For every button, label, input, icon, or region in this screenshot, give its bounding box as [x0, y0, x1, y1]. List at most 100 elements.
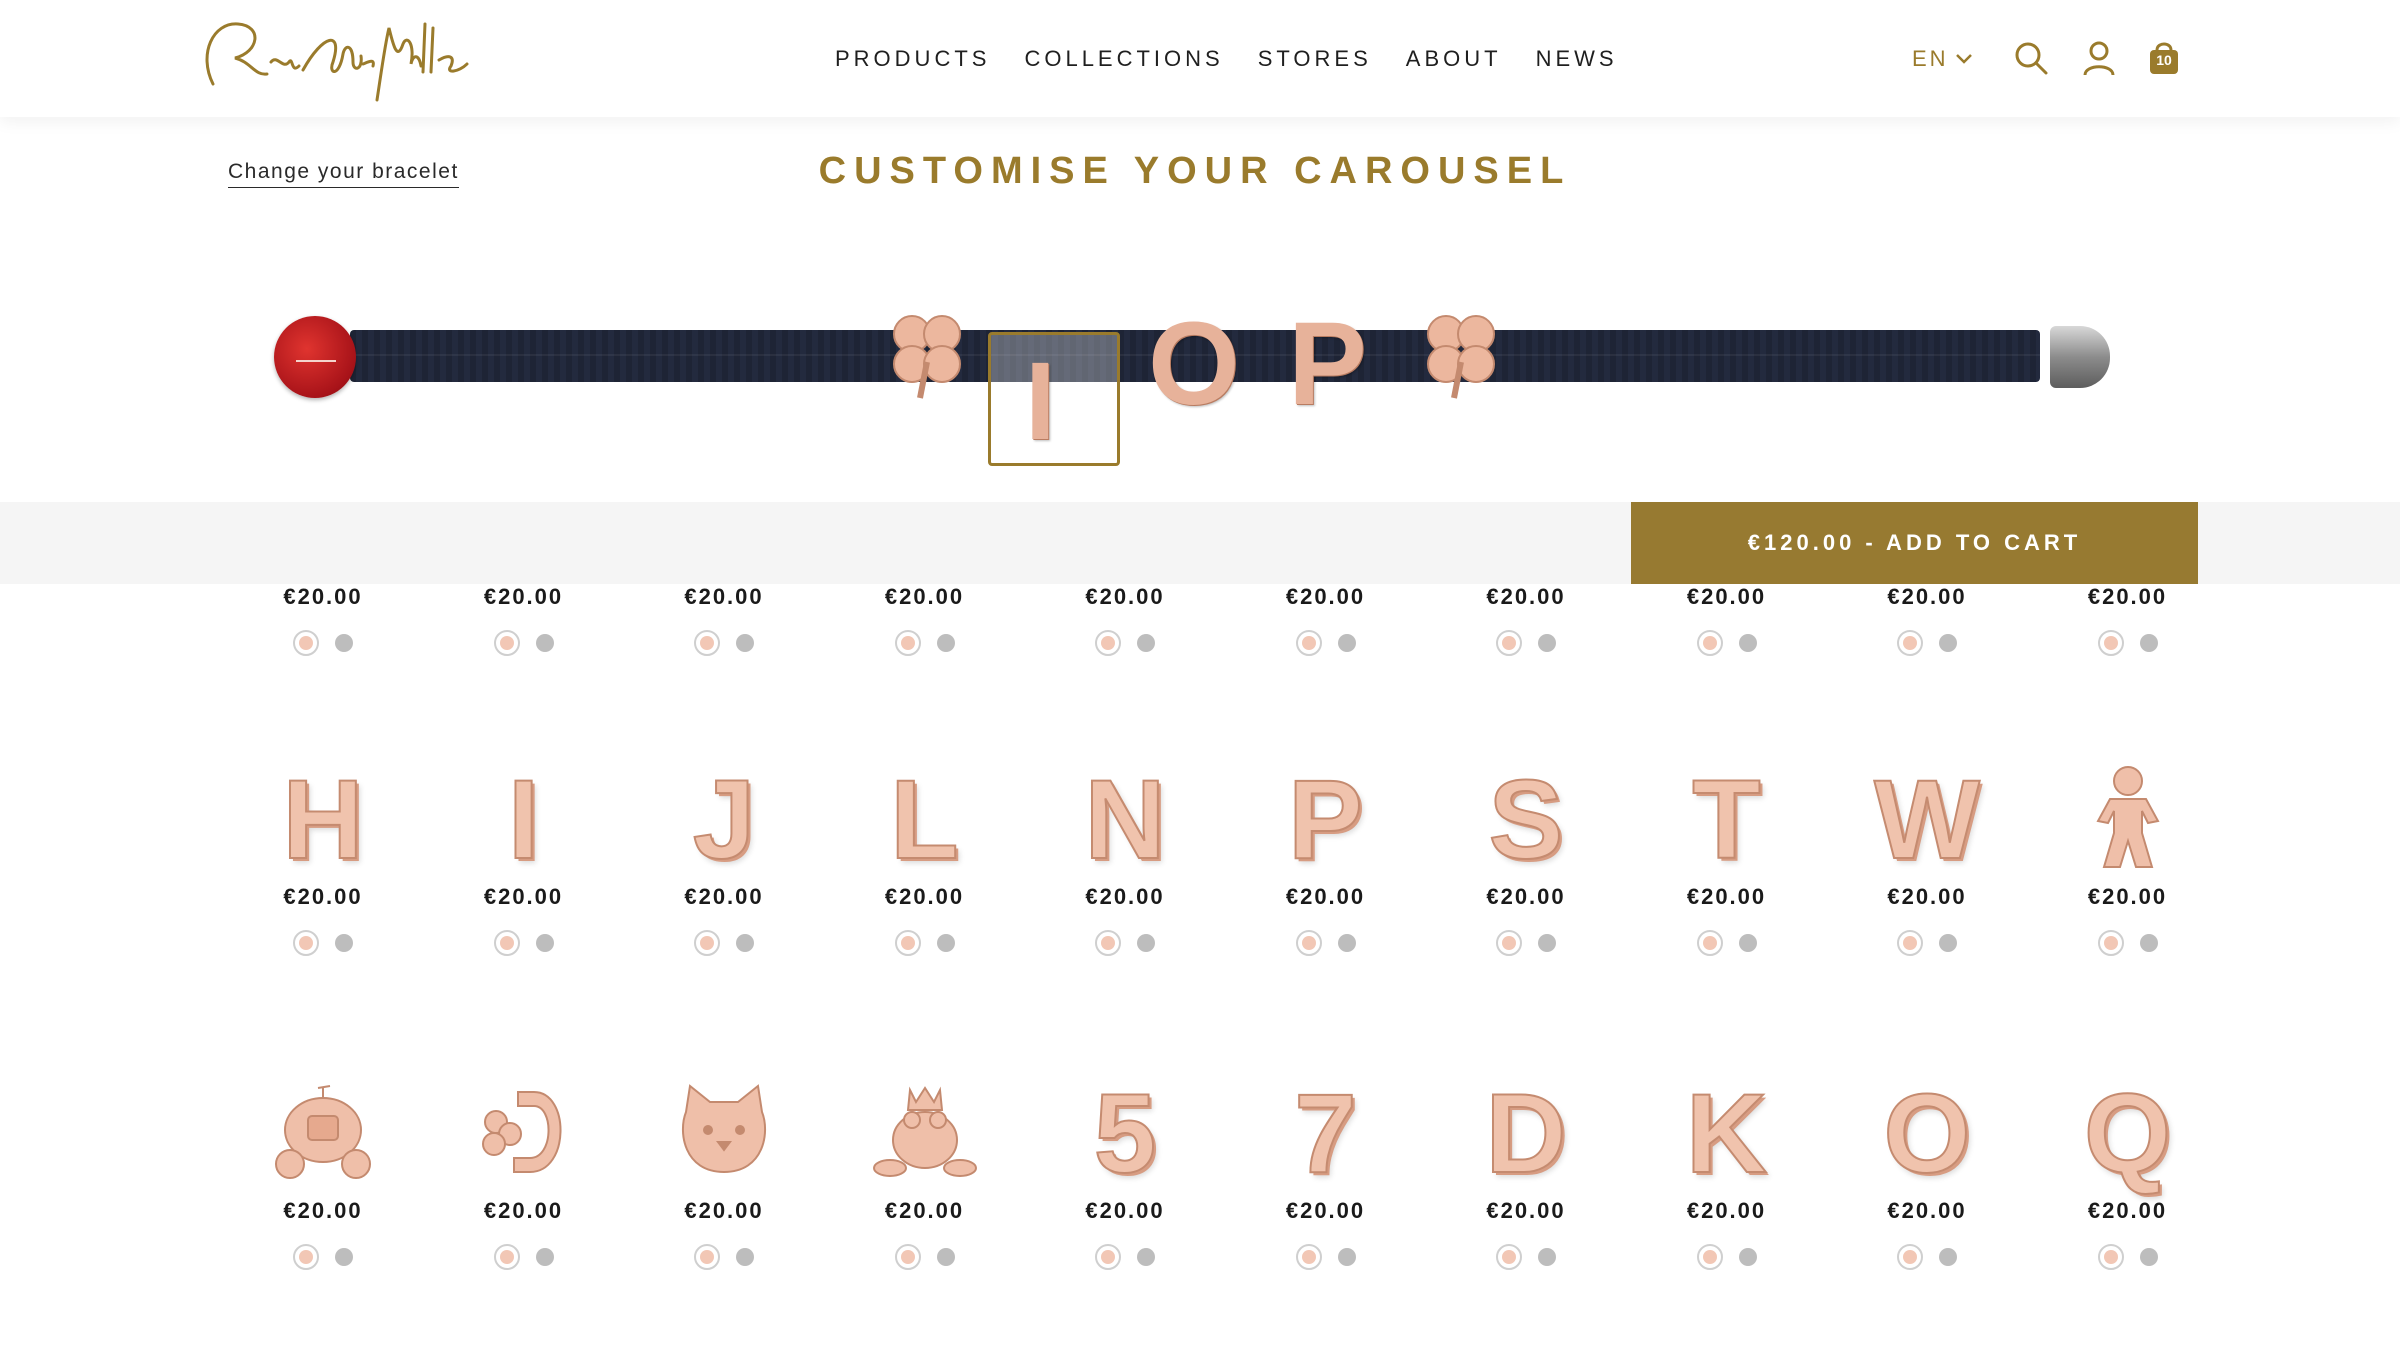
silver-swatch[interactable] [335, 634, 353, 652]
charm-card[interactable]: €20.00 [429, 1074, 619, 1270]
nav-news[interactable]: NEWS [1536, 46, 1618, 72]
bracelet-charm-clover-1[interactable] [882, 302, 972, 402]
silver-swatch[interactable] [736, 1248, 754, 1266]
rose-gold-swatch[interactable] [894, 630, 921, 656]
charm-card[interactable]: T €20.00 [1632, 760, 1822, 956]
charm-card[interactable]: €20.00 [1632, 580, 1822, 656]
charm-card[interactable]: O €20.00 [1832, 1074, 2022, 1270]
charm-card[interactable]: S €20.00 [1431, 760, 1621, 956]
charm-image[interactable]: 5 [1030, 1074, 1220, 1194]
bracelet-charm-letter-o[interactable]: O [1148, 296, 1240, 432]
search-icon[interactable] [2013, 40, 2049, 76]
charm-card[interactable]: D €20.00 [1431, 1074, 1621, 1270]
silver-swatch[interactable] [1939, 634, 1957, 652]
rose-gold-swatch[interactable] [1295, 1244, 1322, 1270]
rose-gold-swatch[interactable] [1696, 930, 1723, 956]
charm-image[interactable] [429, 1074, 619, 1194]
charm-image[interactable] [629, 1074, 819, 1194]
account-icon[interactable] [2081, 40, 2117, 76]
charm-card[interactable]: I €20.00 [429, 760, 619, 956]
silver-swatch[interactable] [1738, 934, 1757, 952]
nav-collections[interactable]: COLLECTIONS [1024, 46, 1223, 72]
rose-gold-swatch[interactable] [2097, 1244, 2124, 1270]
rose-gold-swatch[interactable] [1496, 930, 1522, 956]
charm-card[interactable]: €20.00 [629, 1074, 819, 1270]
charm-image[interactable] [830, 1074, 1020, 1194]
charm-card[interactable]: H €20.00 [228, 760, 418, 956]
silver-swatch[interactable] [1738, 1248, 1757, 1266]
charm-card[interactable]: €20.00 [830, 580, 1020, 656]
rose-gold-swatch[interactable] [293, 1244, 319, 1270]
charm-card[interactable]: W €20.00 [1832, 760, 2022, 956]
charm-image[interactable]: S [1431, 760, 1621, 880]
charm-card[interactable]: 5 €20.00 [1030, 1074, 1220, 1270]
charm-card[interactable]: L €20.00 [830, 760, 1020, 956]
charm-image[interactable]: I [429, 760, 619, 880]
silver-swatch[interactable] [1137, 634, 1155, 652]
silver-swatch[interactable] [1538, 634, 1556, 652]
charm-card[interactable]: J €20.00 [629, 760, 819, 956]
rose-gold-swatch[interactable] [694, 930, 720, 956]
rose-gold-swatch[interactable] [1496, 1244, 1522, 1270]
rose-gold-swatch[interactable] [493, 930, 520, 956]
silver-swatch[interactable] [1939, 934, 1957, 952]
charm-image[interactable]: O [1832, 1074, 2022, 1194]
rose-gold-swatch[interactable] [293, 630, 319, 656]
language-selector[interactable]: EN [1912, 46, 1973, 72]
charm-image[interactable]: W [1832, 760, 2022, 880]
silver-swatch[interactable] [535, 1248, 554, 1266]
charm-image[interactable]: Q [2033, 1074, 2223, 1194]
silver-swatch[interactable] [2139, 934, 2158, 952]
charm-card[interactable]: €20.00 [429, 580, 619, 656]
charm-card[interactable]: Q €20.00 [2033, 1074, 2223, 1270]
charm-image[interactable]: D [1431, 1074, 1621, 1194]
charm-card[interactable]: €20.00 [629, 580, 819, 656]
silver-swatch[interactable] [535, 634, 554, 652]
add-to-cart-button[interactable]: €120.00 - ADD TO CART [1631, 502, 2198, 584]
rose-gold-swatch[interactable] [1897, 930, 1923, 956]
silver-swatch[interactable] [1538, 934, 1556, 952]
charm-image[interactable]: H [228, 760, 418, 880]
silver-swatch[interactable] [2139, 634, 2158, 652]
silver-swatch[interactable] [936, 1248, 955, 1266]
charm-image[interactable]: P [1231, 760, 1421, 880]
charm-image[interactable] [228, 1074, 418, 1194]
rose-gold-swatch[interactable] [894, 1244, 921, 1270]
bracelet-charm-letter-i[interactable]: I [1025, 338, 1056, 465]
charm-card[interactable]: €20.00 [1431, 580, 1621, 656]
silver-swatch[interactable] [1738, 634, 1757, 652]
rose-gold-swatch[interactable] [293, 930, 319, 956]
rose-gold-swatch[interactable] [1095, 1244, 1121, 1270]
rose-gold-swatch[interactable] [1696, 1244, 1723, 1270]
silver-swatch[interactable] [1337, 634, 1356, 652]
charm-card[interactable]: 7 €20.00 [1231, 1074, 1421, 1270]
silver-swatch[interactable] [535, 934, 554, 952]
rose-gold-swatch[interactable] [694, 630, 720, 656]
charm-image[interactable]: 7 [1231, 1074, 1421, 1194]
silver-swatch[interactable] [1137, 1248, 1155, 1266]
silver-swatch[interactable] [335, 1248, 353, 1266]
charm-card[interactable]: €20.00 [1832, 580, 2022, 656]
charm-card[interactable]: N €20.00 [1030, 760, 1220, 956]
rose-gold-swatch[interactable] [1295, 630, 1322, 656]
rose-gold-swatch[interactable] [1696, 630, 1723, 656]
charm-image[interactable]: J [629, 760, 819, 880]
charm-image[interactable]: T [1632, 760, 1822, 880]
bracelet-charm-letter-p[interactable]: P [1288, 296, 1367, 432]
charm-image[interactable]: K [1632, 1074, 1822, 1194]
charm-card[interactable]: P €20.00 [1231, 760, 1421, 956]
rose-gold-swatch[interactable] [1897, 630, 1923, 656]
charm-image[interactable]: L [830, 760, 1020, 880]
silver-swatch[interactable] [1939, 1248, 1957, 1266]
rose-gold-swatch[interactable] [493, 630, 520, 656]
silver-swatch[interactable] [936, 934, 955, 952]
rose-gold-swatch[interactable] [493, 1244, 520, 1270]
nav-products[interactable]: PRODUCTS [835, 46, 990, 72]
rose-gold-swatch[interactable] [694, 1244, 720, 1270]
charm-card[interactable]: K €20.00 [1632, 1074, 1822, 1270]
rose-gold-swatch[interactable] [2097, 930, 2124, 956]
rose-gold-swatch[interactable] [1897, 1244, 1923, 1270]
bracelet-charm-clover-2[interactable] [1416, 302, 1506, 402]
silver-swatch[interactable] [1538, 1248, 1556, 1266]
charm-card[interactable]: €20.00 [1231, 580, 1421, 656]
